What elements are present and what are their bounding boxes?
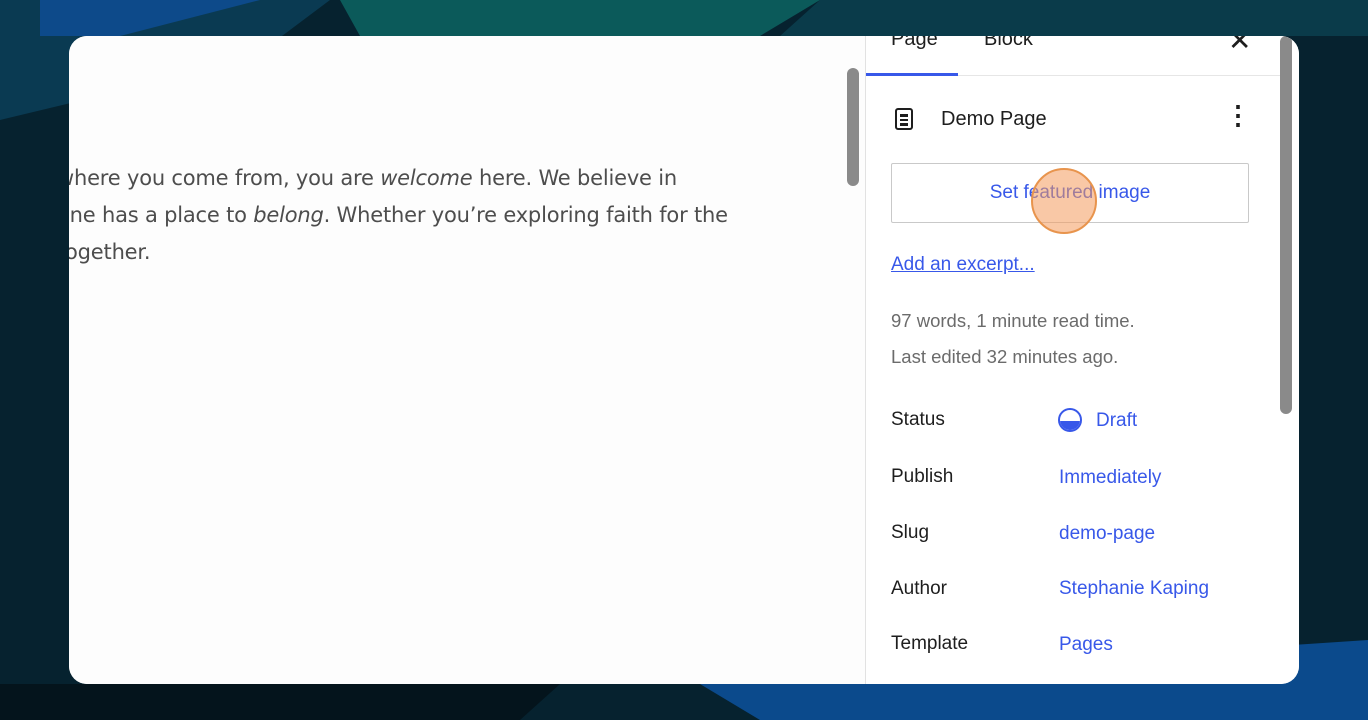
active-tab-indicator (866, 73, 958, 76)
last-edited: Last edited 32 minutes ago. (891, 346, 1119, 367)
paragraph-line-2: one has a place to belong. Whether you’r… (69, 203, 728, 227)
editor-window: where you come from, you are welcome her… (69, 36, 1299, 684)
page-icon (895, 108, 913, 130)
template-label: Template (891, 633, 969, 654)
author-value-button[interactable]: Stephanie Kaping (1059, 578, 1209, 600)
publish-value-button[interactable]: Immediately (1059, 467, 1161, 489)
template-value-button[interactable]: Pages (1059, 634, 1113, 656)
document-summary: Demo Page ⋮ (891, 100, 1251, 136)
author-label: Author (891, 578, 947, 599)
editor-canvas[interactable]: where you come from, you are welcome her… (69, 36, 865, 684)
slug-label: Slug (891, 522, 930, 543)
sidebar-scrollbar[interactable] (1280, 36, 1292, 414)
status-value-button[interactable]: Draft (1096, 410, 1137, 432)
publish-label: Publish (891, 466, 954, 487)
word-count: 97 words, 1 minute read time. (891, 310, 1135, 331)
click-indicator (1031, 168, 1097, 234)
paragraph-line-1: where you come from, you are welcome her… (69, 166, 677, 190)
sidebar-tabs: Page Block ✕ (866, 36, 1280, 76)
slug-value-button[interactable]: demo-page (1059, 523, 1155, 545)
paragraph-line-3: together. (69, 240, 151, 264)
document-title: Demo Page (941, 108, 1047, 130)
close-icon[interactable]: ✕ (1228, 36, 1251, 57)
draft-status-icon (1058, 408, 1082, 432)
more-options-icon[interactable]: ⋮ (1225, 100, 1251, 131)
tab-block[interactable]: Block (984, 36, 1033, 51)
add-excerpt-link[interactable]: Add an excerpt... (891, 254, 1035, 276)
settings-sidebar: Page Block ✕ Demo Page ⋮ Set featured im… (865, 36, 1299, 684)
canvas-scrollbar[interactable] (847, 68, 859, 186)
status-label: Status (891, 409, 945, 430)
tab-page[interactable]: Page (891, 36, 938, 51)
